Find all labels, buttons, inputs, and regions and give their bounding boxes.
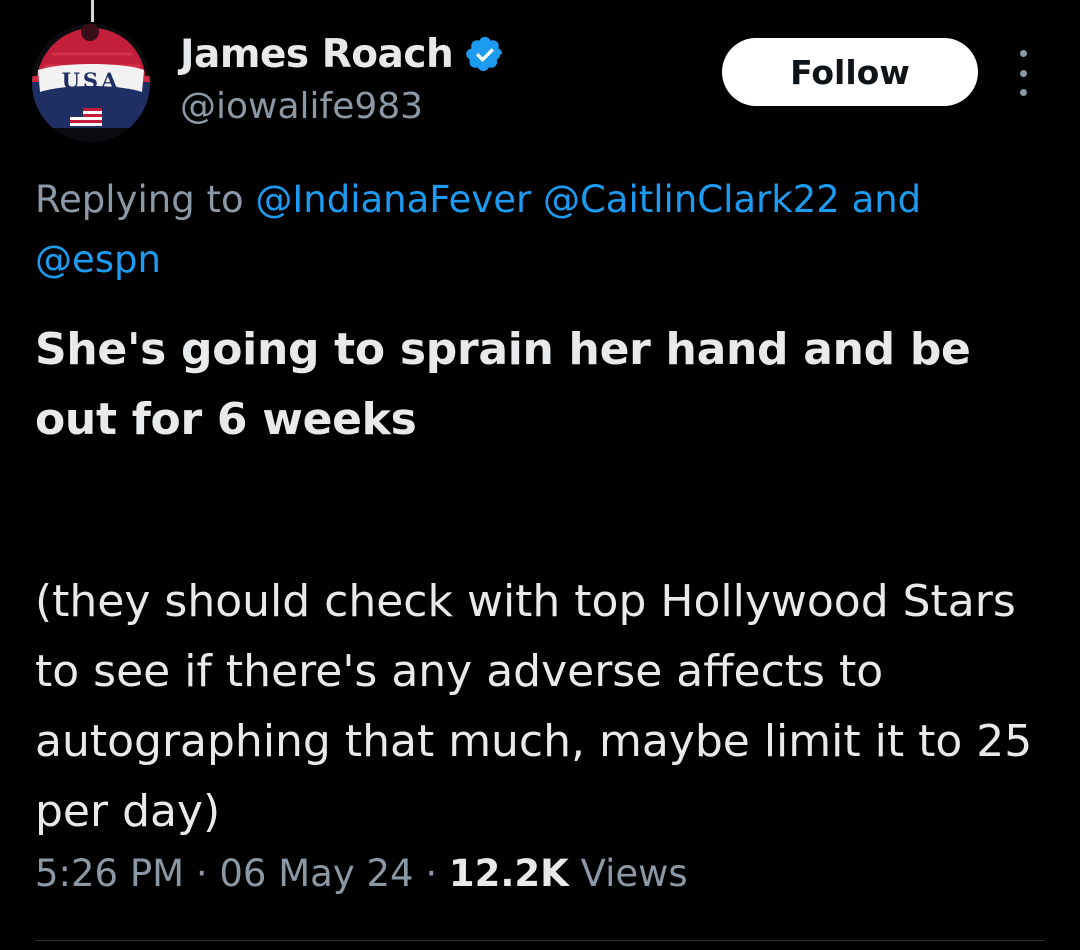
more-dot-icon	[1019, 69, 1027, 77]
tweet-paragraph: She's going to sprain her hand and be ou…	[35, 324, 971, 445]
more-dot-icon	[1019, 89, 1027, 96]
meta-separator: ·	[425, 852, 438, 895]
mention-link[interactable]: @espn	[35, 238, 161, 281]
follow-button[interactable]: Follow	[722, 38, 978, 106]
more-dot-icon	[1019, 50, 1027, 57]
display-name[interactable]: James Roach	[180, 32, 454, 77]
mention-link[interactable]: @IndianaFever	[255, 178, 531, 221]
tweet-text: She's going to sprain her hand and be ou…	[35, 315, 1055, 847]
author-handle[interactable]: @iowalife983	[180, 86, 505, 127]
avatar-image: USA	[32, 24, 150, 142]
reply-conjunction[interactable]: and	[852, 178, 922, 221]
tweet-date[interactable]: 06 May 24	[219, 852, 413, 895]
author-info: James Roach @iowalife983	[180, 26, 505, 127]
mention-link[interactable]: @CaitlinClark22	[543, 178, 840, 221]
tweet-detail: USA James Roach @iowalife983 Follow Repl…	[0, 0, 1080, 950]
views-count: 12.2K	[448, 852, 569, 895]
divider	[35, 940, 1045, 941]
views-label: Views	[580, 852, 688, 895]
tweet-paragraph: (they should check with top Hollywood St…	[35, 576, 1033, 837]
tweet-time[interactable]: 5:26 PM	[35, 852, 184, 895]
reply-context: Replying to @IndianaFever @CaitlinClark2…	[35, 170, 1045, 290]
meta-separator: ·	[195, 852, 208, 895]
tweet-meta: 5:26 PM · 06 May 24 · 12.2K Views	[35, 852, 688, 895]
verified-badge-icon[interactable]	[465, 34, 505, 74]
thread-connector-line	[91, 0, 94, 22]
reply-prefix: Replying to	[35, 178, 244, 221]
more-vertical-icon[interactable]	[1006, 50, 1040, 96]
avatar-text: USA	[62, 68, 121, 93]
name-row: James Roach	[180, 26, 505, 82]
avatar[interactable]: USA	[32, 24, 150, 142]
